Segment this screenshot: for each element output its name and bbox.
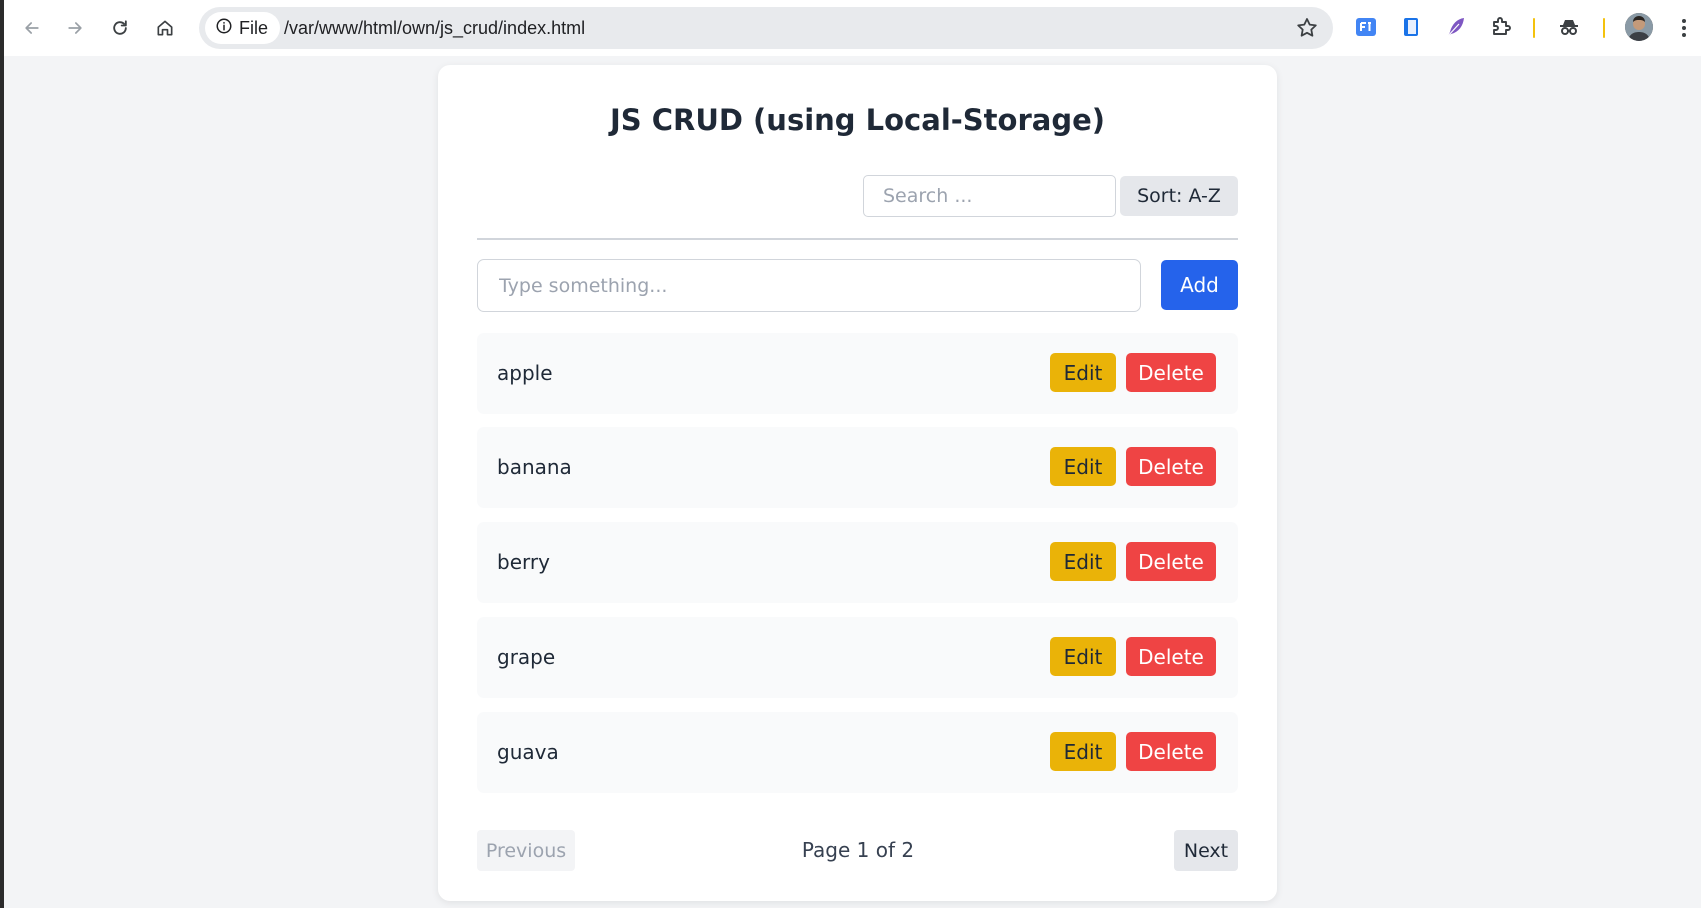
- delete-button[interactable]: Delete: [1126, 353, 1216, 392]
- incognito-icon[interactable]: [1556, 14, 1582, 40]
- delete-button[interactable]: Delete: [1126, 637, 1216, 676]
- site-info-chip[interactable]: File: [205, 12, 281, 44]
- page-title: JS CRUD (using Local-Storage): [609, 103, 1106, 137]
- list-item: guava Edit Delete: [477, 712, 1238, 793]
- delete-button[interactable]: Delete: [1126, 447, 1216, 486]
- item-text: guava: [497, 740, 559, 764]
- delete-button[interactable]: Delete: [1126, 732, 1216, 771]
- edit-button[interactable]: Edit: [1050, 447, 1116, 486]
- new-item-input[interactable]: [477, 259, 1141, 312]
- list-item: grape Edit Delete: [477, 617, 1238, 698]
- add-button[interactable]: Add: [1161, 260, 1238, 310]
- list-item: apple Edit Delete: [477, 333, 1238, 414]
- item-text: banana: [497, 455, 572, 479]
- edit-button[interactable]: Edit: [1050, 542, 1116, 581]
- home-icon[interactable]: [149, 12, 181, 44]
- item-text: apple: [497, 361, 553, 385]
- edit-button[interactable]: Edit: [1050, 732, 1116, 771]
- window-edge: [0, 0, 4, 920]
- address-bar[interactable]: File /var/www/html/own/js_crud/index.htm…: [199, 7, 1333, 49]
- crud-card: JS CRUD (using Local-Storage) Sort: A-Z …: [438, 65, 1277, 901]
- toolbar-separator: [1533, 18, 1535, 38]
- extension-feather-icon[interactable]: [1443, 14, 1469, 40]
- url-text[interactable]: /var/www/html/own/js_crud/index.html: [284, 7, 585, 49]
- window-bottom-edge: [0, 908, 1701, 920]
- forward-icon[interactable]: [59, 12, 91, 44]
- extension-book-icon[interactable]: [1398, 14, 1424, 40]
- search-input[interactable]: [863, 175, 1116, 217]
- edit-button[interactable]: Edit: [1050, 353, 1116, 392]
- list-item: berry Edit Delete: [477, 522, 1238, 603]
- next-button[interactable]: Next: [1174, 830, 1238, 871]
- back-icon[interactable]: [16, 12, 48, 44]
- edit-button[interactable]: Edit: [1050, 637, 1116, 676]
- avatar[interactable]: [1625, 13, 1653, 41]
- page-indicator: Page 1 of 2: [801, 838, 915, 862]
- delete-button[interactable]: Delete: [1126, 542, 1216, 581]
- page-viewport: JS CRUD (using Local-Storage) Sort: A-Z …: [0, 56, 1701, 908]
- file-label: File: [239, 17, 269, 38]
- divider: [477, 238, 1238, 240]
- item-text: grape: [497, 645, 556, 669]
- star-icon[interactable]: [1295, 16, 1319, 40]
- reload-icon[interactable]: [104, 12, 136, 44]
- sort-button[interactable]: Sort: A-Z: [1120, 176, 1238, 216]
- item-text: berry: [497, 550, 550, 574]
- list-item: banana Edit Delete: [477, 427, 1238, 508]
- previous-button[interactable]: Previous: [477, 830, 575, 871]
- kebab-menu-icon[interactable]: [1674, 14, 1694, 42]
- info-icon: [215, 17, 233, 40]
- toolbar-separator: [1603, 18, 1605, 38]
- puzzle-icon[interactable]: [1488, 14, 1514, 40]
- extension-blue-icon[interactable]: [1353, 14, 1379, 40]
- browser-toolbar: File /var/www/html/own/js_crud/index.htm…: [0, 0, 1701, 56]
